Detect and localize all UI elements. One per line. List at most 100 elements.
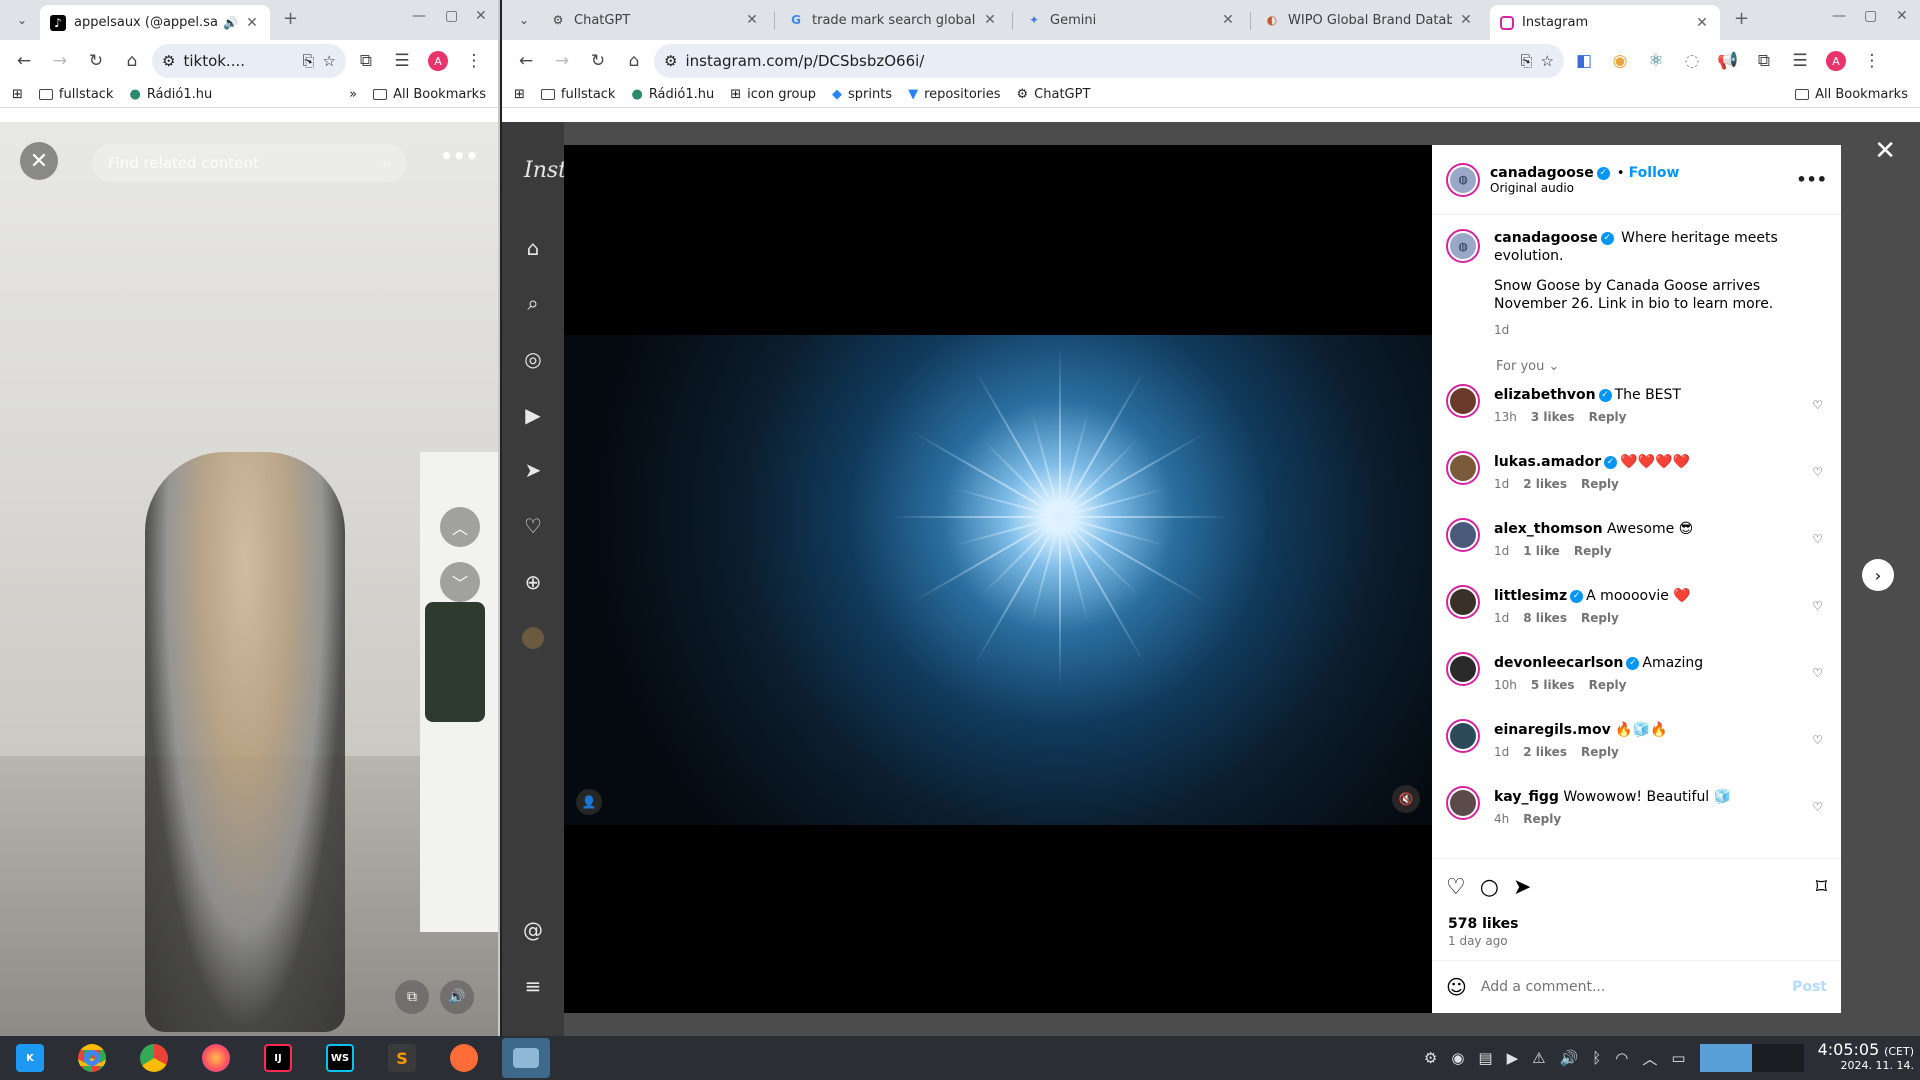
next-video-button[interactable]: ﹀ xyxy=(440,562,480,602)
translate-extension-icon[interactable]: ◧ xyxy=(1568,45,1600,77)
close-video-button[interactable]: ✕ xyxy=(20,142,58,180)
tab-wipo[interactable]: ◐ WIPO Global Brand Databa ✕ xyxy=(1254,5,1484,35)
commenter-avatar[interactable] xyxy=(1446,518,1480,552)
reply-button[interactable]: Reply xyxy=(1581,611,1619,625)
previous-video-button[interactable]: ︿ xyxy=(440,507,480,547)
sublime-icon[interactable]: S xyxy=(378,1038,426,1078)
audio-label[interactable]: Original audio xyxy=(1490,181,1679,195)
bookmark-sprints[interactable]: ◆ sprints xyxy=(832,87,892,102)
commenter-avatar[interactable] xyxy=(1446,451,1480,485)
reading-list-icon[interactable]: ☰ xyxy=(386,45,418,77)
react-extension-icon[interactable]: ⚛ xyxy=(1640,45,1672,77)
tab-chatgpt[interactable]: ⚙ ChatGPT ✕ xyxy=(540,5,770,35)
add-comment-input[interactable]: Add a comment... xyxy=(1481,979,1605,995)
related-search-input[interactable]: Find related content ⌕ xyxy=(92,144,407,182)
tab-search-icon[interactable]: ⌄ xyxy=(6,4,38,36)
more-bookmarks-icon[interactable]: » xyxy=(349,87,357,102)
volume-icon[interactable]: 🔊 xyxy=(440,980,474,1014)
install-icon[interactable]: ⎘ xyxy=(1521,52,1533,70)
network-icon[interactable]: ⚙ xyxy=(1424,1049,1437,1067)
tiktok-video-view[interactable]: ✕ Find related content ⌕ ••• ︿ ﹀ ⧉ 🔊 xyxy=(0,122,498,1036)
apps-icon[interactable]: ⊞ xyxy=(514,87,525,102)
comment-icon[interactable]: ○ xyxy=(1480,875,1499,900)
all-bookmarks[interactable]: All Bookmarks xyxy=(373,87,486,102)
search-icon[interactable]: ⌕ xyxy=(383,154,391,172)
tagged-user-icon[interactable]: 👤 xyxy=(576,789,602,815)
maximize-icon[interactable]: ▢ xyxy=(445,8,458,24)
comment-likes[interactable]: 1 like xyxy=(1523,544,1560,558)
close-tab-icon[interactable]: ✕ xyxy=(982,12,998,28)
home-icon[interactable]: ⌂ xyxy=(116,45,148,77)
close-tab-icon[interactable]: ✕ xyxy=(1220,12,1236,28)
forward-icon[interactable]: → xyxy=(44,45,76,77)
speaker-icon[interactable]: 🔊 xyxy=(223,16,238,30)
more-options-icon[interactable]: ••• xyxy=(440,144,478,168)
wifi-icon[interactable]: ◠ xyxy=(1615,1049,1628,1067)
webstorm-icon[interactable]: WS xyxy=(316,1038,364,1078)
post-comment-button[interactable]: Post xyxy=(1792,979,1827,995)
minimize-icon[interactable]: — xyxy=(412,8,426,24)
commenter-avatar[interactable] xyxy=(1446,384,1480,418)
media-icon[interactable]: ▶ xyxy=(1507,1049,1519,1067)
bookmark-star-icon[interactable]: ☆ xyxy=(1541,52,1554,70)
menu-icon[interactable]: ⋮ xyxy=(458,45,490,77)
desktop-icon[interactable]: ▭ xyxy=(1671,1049,1685,1067)
likes-count[interactable]: 578 likes xyxy=(1432,916,1841,932)
caption-username[interactable]: canadagoose xyxy=(1494,230,1598,246)
back-icon[interactable]: ← xyxy=(8,45,40,77)
reels-icon[interactable]: ▶ xyxy=(520,402,546,428)
post-options-icon[interactable]: ••• xyxy=(1796,170,1827,189)
reading-list-icon[interactable]: ☰ xyxy=(1784,45,1816,77)
intellij-icon[interactable]: IJ xyxy=(254,1038,302,1078)
profile-avatar[interactable] xyxy=(520,625,546,651)
bookmark-radio1[interactable]: ● Rádió1.hu xyxy=(631,87,714,102)
all-bookmarks[interactable]: All Bookmarks xyxy=(1795,87,1908,102)
next-post-button[interactable]: › xyxy=(1862,559,1894,591)
reply-button[interactable]: Reply xyxy=(1589,678,1627,692)
profile-avatar[interactable]: A xyxy=(1820,45,1852,77)
clipboard-icon[interactable]: ▤ xyxy=(1478,1049,1492,1067)
profile-avatar[interactable]: A xyxy=(422,45,454,77)
post-video[interactable]: 👤 🔇 xyxy=(564,145,1432,1013)
instagram-logo[interactable]: Inst xyxy=(524,158,567,183)
save-icon[interactable]: ⌑ xyxy=(1816,875,1827,900)
commenter-username[interactable]: devonleecarlson xyxy=(1494,655,1623,671)
like-icon[interactable]: ♡ xyxy=(1446,875,1466,900)
apps-icon[interactable]: ⊞ xyxy=(12,87,23,102)
author-avatar[interactable]: ◍ xyxy=(1446,162,1480,197)
commenter-avatar[interactable] xyxy=(1446,585,1480,619)
bookmark-repositories[interactable]: ▼ repositories xyxy=(908,87,1000,102)
clock[interactable]: 4:05:05 (CET) 2024. 11. 14. xyxy=(1818,1042,1914,1073)
bluetooth-icon[interactable]: ᛒ xyxy=(1592,1049,1601,1067)
close-window-icon[interactable]: ✕ xyxy=(475,8,487,24)
comment-likes[interactable]: 8 likes xyxy=(1523,611,1567,625)
postman-icon[interactable] xyxy=(440,1038,488,1078)
follow-button[interactable]: Follow xyxy=(1629,165,1680,181)
close-tab-icon[interactable]: ✕ xyxy=(1694,15,1710,31)
explore-icon[interactable]: ◎ xyxy=(520,346,546,372)
app-launcher-icon[interactable]: K xyxy=(6,1038,54,1078)
reload-icon[interactable]: ↻ xyxy=(80,45,112,77)
ghost-extension-icon[interactable]: ◌ xyxy=(1676,45,1708,77)
author-avatar[interactable]: ◍ xyxy=(1446,229,1480,263)
bookmark-chatgpt[interactable]: ⚙ ChatGPT xyxy=(1017,87,1091,102)
commenter-avatar[interactable] xyxy=(1446,652,1480,686)
tab-instagram[interactable]: Instagram ✕ xyxy=(1490,5,1720,40)
reply-button[interactable]: Reply xyxy=(1574,544,1612,558)
firefox-icon[interactable] xyxy=(192,1038,240,1078)
bookmark-radio1[interactable]: ● Rádió1.hu xyxy=(129,87,212,102)
pip-icon[interactable]: ⧉ xyxy=(395,980,429,1014)
site-info-icon[interactable]: ⚙ xyxy=(162,52,175,70)
tab-google[interactable]: G trade mark search globally ✕ xyxy=(778,5,1008,35)
bookmark-fullstack[interactable]: fullstack xyxy=(38,87,113,102)
commenter-username[interactable]: littlesimz xyxy=(1494,588,1567,604)
notifications-icon[interactable]: ⚠ xyxy=(1532,1049,1545,1067)
commenter-avatar[interactable] xyxy=(1446,786,1480,820)
bookmark-fullstack[interactable]: fullstack xyxy=(540,87,615,102)
minimize-icon[interactable]: — xyxy=(1832,8,1846,24)
menu-icon[interactable]: ⋮ xyxy=(1856,45,1888,77)
close-tab-icon[interactable]: ✕ xyxy=(244,15,260,31)
author-username[interactable]: canadagoose xyxy=(1490,165,1594,181)
comment-likes[interactable]: 5 likes xyxy=(1531,678,1575,692)
threads-icon[interactable]: @ xyxy=(520,917,546,943)
